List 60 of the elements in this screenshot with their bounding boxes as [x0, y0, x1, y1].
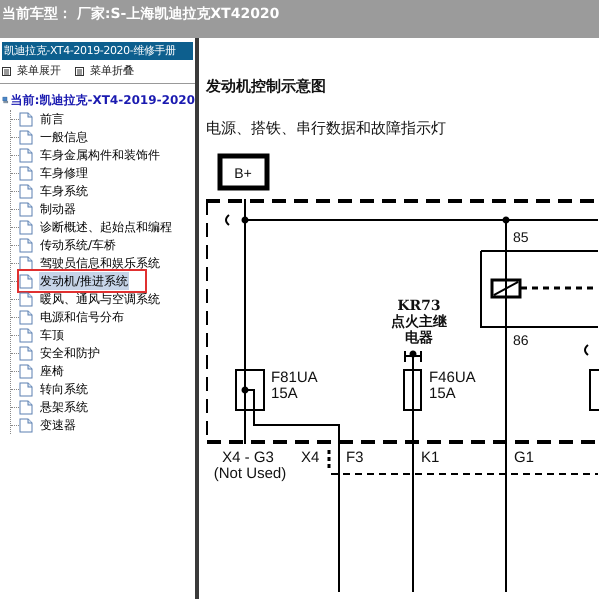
tree-item[interactable]: 前言	[39, 110, 65, 128]
diagram-label: 电器	[405, 330, 433, 346]
tree-item[interactable]: 电源和信号分布	[39, 308, 125, 326]
tree-item[interactable]: 车身修理	[39, 164, 89, 182]
tree-item[interactable]: 车身金属构件和装饰件	[39, 146, 161, 164]
tree-item[interactable]: 座椅	[39, 362, 65, 380]
page-icon	[19, 184, 33, 198]
diagram-label: (Not Used)	[214, 465, 286, 482]
section-heading: 发动机控制示意图	[206, 76, 327, 96]
page-icon	[19, 166, 33, 180]
page-icon	[19, 112, 33, 126]
tree-item[interactable]: 转向系统	[39, 380, 89, 398]
diagram-label: X4 - G3	[222, 449, 274, 466]
diagram-label: G1	[514, 449, 534, 466]
page-icon	[19, 382, 33, 396]
diagram-label: KR73	[397, 298, 441, 314]
diagram-label: F81UA	[271, 369, 318, 386]
diagram-label: 点火主继	[391, 314, 447, 330]
page-icon	[19, 148, 33, 162]
tree-item[interactable]: 车身系统	[39, 182, 89, 200]
diagram-label: K1	[421, 449, 440, 466]
tree-item[interactable]: 悬架系统	[39, 398, 89, 416]
tree-item[interactable]: 驾驶员信息和娱乐系统	[39, 254, 161, 272]
page-icon	[19, 130, 33, 144]
page-icon	[19, 274, 33, 288]
tree-item[interactable]: 发动机/推进系统	[39, 272, 130, 290]
tree-item[interactable]: 车顶	[39, 326, 65, 344]
page-icon	[19, 292, 33, 306]
tree-item[interactable]: 制动器	[39, 200, 77, 218]
menu-toggle-button[interactable]: 菜单展开	[2, 63, 61, 80]
diagram-label: F3	[346, 449, 364, 466]
section-subheading: 电源、搭铁、串行数据和故障指示灯	[206, 118, 447, 138]
page-icon	[19, 220, 33, 234]
tree-item[interactable]: 变速器	[39, 416, 77, 434]
diagram-label: 15A	[429, 385, 456, 402]
diagram-label: B+	[234, 165, 252, 181]
manual-title: 凯迪拉克-XT4-2019-2020-维修手册	[2, 42, 193, 60]
menu-toggle-button[interactable]: 菜单折叠	[75, 63, 134, 80]
diagram-label: F46UA	[429, 369, 476, 386]
tree-item[interactable]: 传动系统/车桥	[39, 236, 118, 254]
diagram-label: 85	[513, 229, 529, 245]
page-icon	[19, 400, 33, 414]
diagram-label: 86	[513, 332, 529, 348]
tree-root-label[interactable]: 当前:凯迪拉克-XT4-2019-2020	[10, 91, 195, 109]
diagram-label: 15A	[271, 385, 298, 402]
diagram-label: X4	[301, 449, 320, 466]
page-icon	[19, 346, 33, 360]
page-icon	[19, 310, 33, 324]
page-icon	[19, 418, 33, 432]
page-icon	[19, 202, 33, 216]
car-model-title: 当前车型： 厂家:S-上海凯迪拉克XT42020	[2, 6, 280, 22]
page-icon	[19, 238, 33, 252]
tree-item[interactable]: 暖风、通风与空调系统	[39, 290, 161, 308]
tree-item[interactable]: 诊断概述、起始点和编程	[39, 218, 173, 236]
page-icon	[19, 364, 33, 378]
page-icon	[19, 328, 33, 342]
list-icon	[75, 67, 84, 76]
page-icon	[19, 256, 33, 270]
tree-item[interactable]: 一般信息	[39, 128, 89, 146]
tree-item[interactable]: 安全和防护	[39, 344, 101, 362]
